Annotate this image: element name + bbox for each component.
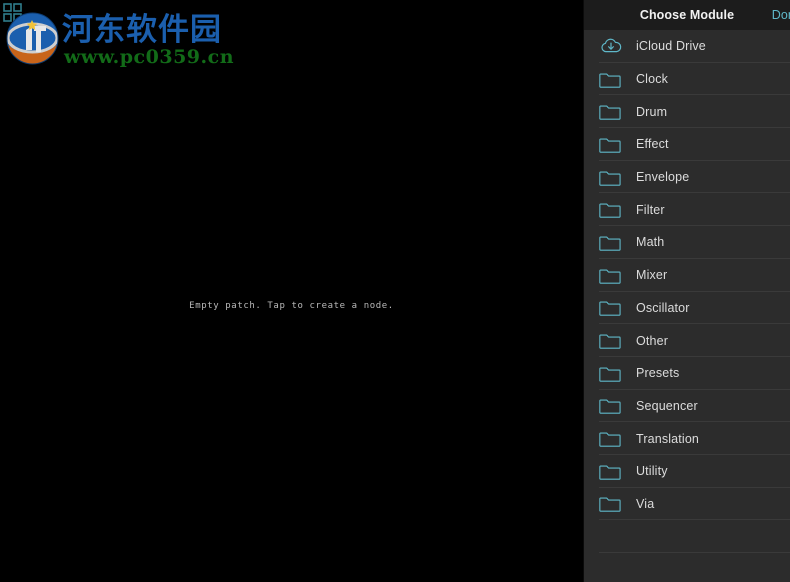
folder-icon <box>599 166 625 188</box>
folder-icon-glyph <box>599 236 621 251</box>
folder-icon <box>599 133 625 155</box>
choose-module-panel: Choose Module Done iCloud Drive Clock Drum… <box>583 0 790 582</box>
module-row[interactable]: Drum <box>584 95 790 128</box>
module-row-label: Effect <box>636 137 669 152</box>
patch-canvas[interactable]: Empty patch. Tap to create a node. <box>0 0 583 582</box>
panel-header: Choose Module Done <box>584 0 790 30</box>
module-list[interactable]: iCloud Drive Clock Drum Effect Envelope Filte… <box>584 30 790 582</box>
module-row[interactable]: iCloud Drive <box>584 30 790 63</box>
module-row-label: iCloud Drive <box>636 39 706 54</box>
module-row[interactable]: Math <box>584 226 790 259</box>
folder-icon-glyph <box>599 367 621 382</box>
folder-icon <box>599 68 625 90</box>
folder-icon-glyph <box>599 138 621 153</box>
module-row[interactable]: Translation <box>584 422 790 455</box>
folder-icon-glyph <box>599 171 621 186</box>
module-row[interactable]: Effect <box>584 128 790 161</box>
folder-icon <box>599 330 625 352</box>
module-row[interactable]: Other <box>584 324 790 357</box>
no-icon <box>599 558 625 580</box>
folder-icon-glyph <box>599 269 621 284</box>
folder-icon-glyph <box>599 465 621 480</box>
no-icon <box>599 526 625 548</box>
module-row-label: Sequencer <box>636 398 698 413</box>
module-row-label: Other <box>636 333 669 348</box>
folder-icon <box>599 264 625 286</box>
folder-icon-glyph <box>599 105 621 120</box>
module-row-label: Via <box>636 496 655 511</box>
folder-icon <box>599 199 625 221</box>
module-row[interactable]: Utility <box>584 455 790 488</box>
module-row-label: Translation <box>636 431 700 446</box>
folder-icon-glyph <box>599 399 621 415</box>
folder-icon <box>599 297 625 319</box>
module-row-label: Presets <box>636 366 680 381</box>
panel-title: Choose Module <box>639 8 735 22</box>
folder-icon <box>599 428 625 450</box>
folder-icon <box>599 493 625 515</box>
module-row-label: Math <box>636 235 665 250</box>
module-row-empty <box>584 553 790 582</box>
folder-icon-glyph <box>599 203 621 219</box>
folder-icon-glyph <box>599 334 621 349</box>
folder-icon <box>599 231 625 253</box>
empty-patch-message: Empty patch. Tap to create a node. <box>189 301 394 311</box>
folder-icon-glyph <box>599 301 621 317</box>
icloud-download-icon <box>599 35 625 57</box>
module-row[interactable]: Presets <box>584 357 790 390</box>
module-row-label: Clock <box>636 72 669 87</box>
module-row-label: Oscillator <box>636 300 690 315</box>
folder-icon-glyph <box>599 73 621 88</box>
icloud-download-icon-glyph <box>601 39 622 53</box>
module-row[interactable]: Mixer <box>584 259 790 292</box>
folder-icon-glyph <box>599 432 621 447</box>
module-row-label: Filter <box>636 202 665 217</box>
module-row[interactable]: Sequencer <box>584 390 790 423</box>
folder-icon <box>599 460 625 482</box>
module-row[interactable]: Filter <box>584 193 790 226</box>
module-row-label: Envelope <box>636 170 690 185</box>
module-row[interactable]: Envelope <box>584 161 790 194</box>
module-row[interactable]: Oscillator <box>584 292 790 325</box>
module-row-label: Utility <box>636 464 668 479</box>
folder-icon-glyph <box>599 498 621 513</box>
app-root: Empty patch. Tap to create a node. 河东软件园… <box>0 0 790 582</box>
module-row[interactable]: Via <box>584 488 790 521</box>
folder-icon <box>599 362 625 384</box>
module-row[interactable]: Clock <box>584 63 790 96</box>
module-row-label: Drum <box>636 104 668 119</box>
module-row-empty <box>584 520 790 553</box>
module-row-label: Mixer <box>636 268 668 283</box>
folder-icon <box>599 101 625 123</box>
done-button[interactable]: Done <box>772 0 790 30</box>
folder-icon <box>599 395 625 417</box>
